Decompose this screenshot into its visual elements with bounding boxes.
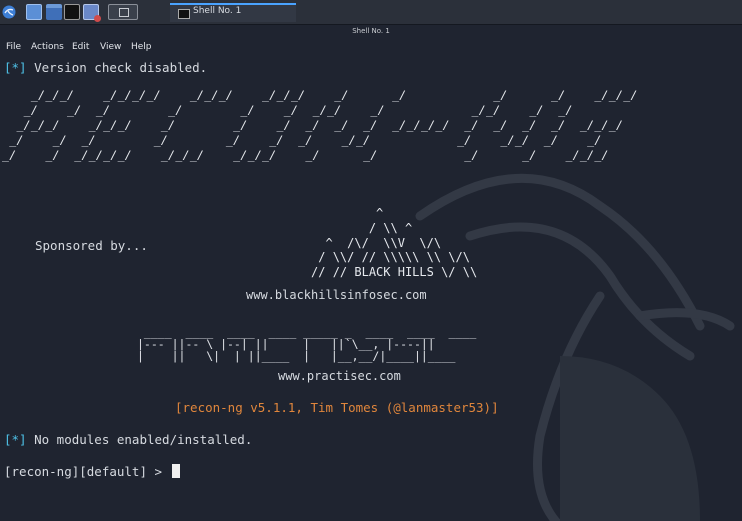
kali-menu-icon[interactable]: [2, 5, 16, 19]
modules-status-text: No modules enabled/installed.: [26, 432, 253, 447]
recon-ng-ascii-banner: _/_/_/ _/_/_/_/ _/_/_/ _/_/_/ _/ _/ _/ _…: [2, 88, 638, 162]
text-cursor: [171, 464, 180, 478]
menu-actions[interactable]: Actions: [31, 42, 64, 52]
sponsored-by-text: Sponsored by...: [35, 238, 148, 253]
practisec-url: www.practisec.com: [278, 369, 401, 383]
top-panel: Shell No. 1: [0, 0, 742, 25]
app-icon[interactable]: [83, 4, 101, 22]
command-prompt[interactable]: [recon-ng][default] >: [4, 464, 180, 480]
file-manager-icon[interactable]: [46, 4, 62, 20]
terminal-line-version-check: [*] Version check disabled.: [4, 60, 207, 76]
terminal-area[interactable]: [*] Version check disabled. _/_/_/ _/_/_…: [0, 56, 742, 521]
recon-ng-version-text: [recon-ng v5.1.1, Tim Tomes (@lanmaster5…: [175, 400, 499, 415]
menu-file[interactable]: File: [6, 42, 21, 52]
terminal-line-modules: [*] No modules enabled/installed.: [4, 432, 252, 448]
menu-bar: File Actions Edit View Help: [0, 38, 742, 56]
menu-edit[interactable]: Edit: [72, 42, 89, 52]
black-hills-url: www.blackhillsinfosec.com: [246, 288, 427, 302]
workspace-icon: [119, 8, 129, 17]
menu-help[interactable]: Help: [131, 42, 152, 52]
show-desktop-icon[interactable]: [26, 4, 42, 20]
info-marker: [*]: [4, 60, 27, 75]
info-marker: [*]: [4, 432, 27, 447]
version-check-text: Version check disabled.: [26, 60, 208, 75]
taskbar-window-button[interactable]: Shell No. 1: [170, 3, 296, 22]
taskbar-window-label: Shell No. 1: [193, 6, 242, 16]
terminal-icon[interactable]: [64, 4, 80, 20]
menu-view[interactable]: View: [100, 42, 121, 52]
workspace-switcher[interactable]: [108, 4, 138, 20]
practisec-ascii-logo: ____ ____ ____ ____ _____ _ ____ ____ __…: [137, 325, 477, 363]
prompt-text: [recon-ng][default] >: [4, 464, 170, 479]
black-hills-ascii-logo: ^ / \\ ^ ^ /\/ \\V \/\ / \\/ // \\\\\ \\…: [311, 206, 478, 280]
window-title: Shell No. 1: [352, 27, 390, 35]
terminal-icon: [178, 9, 190, 19]
